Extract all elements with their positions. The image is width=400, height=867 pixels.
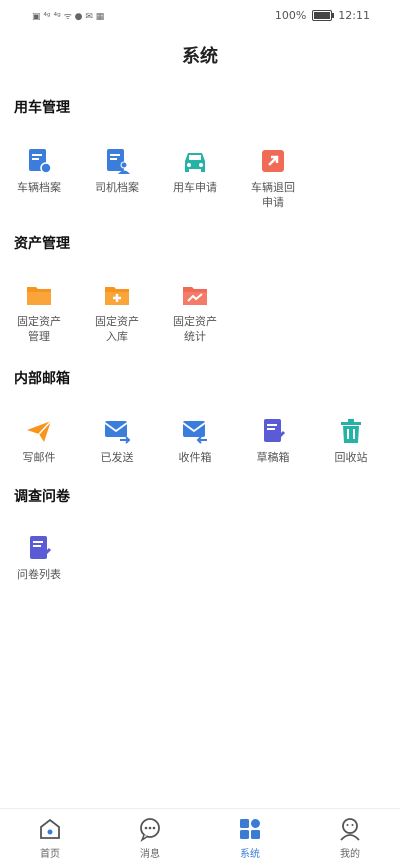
sent-mail-item[interactable]: 已发送 [78, 416, 156, 465]
write-mail-item[interactable]: 写邮件 [0, 416, 78, 465]
tab-message[interactable]: 消息 [100, 809, 200, 867]
section-title-mail: 内部邮箱 [14, 371, 70, 387]
status-bar: ▣ ⁴ᵍ ⁴ᵍ ᯤ ● ✉ ▦ 100% 12:11 [0, 0, 400, 30]
status-icons-left: ▣ ⁴ᵍ ⁴ᵍ ᯤ ● ✉ ▦ [0, 9, 104, 22]
tab-home-label: 首页 [40, 849, 60, 860]
asset-inbound-label-2: 入库 [106, 330, 128, 343]
section-title-assets: 资产管理 [14, 236, 70, 252]
asset-manage-label-2: 管理 [28, 330, 50, 343]
bottom-tab-bar: 首页 消息 系统 我的 [0, 808, 400, 867]
mail-grid: 写邮件 已发送 收件箱 草稿箱 回收站 [0, 416, 400, 465]
driver-file-item[interactable]: 司机档案 [78, 146, 156, 210]
draft-item[interactable]: 草稿箱 [234, 416, 312, 465]
inbox-label: 收件箱 [178, 451, 212, 464]
page-title: 系统 [182, 46, 218, 67]
section-title-vehicle: 用车管理 [14, 100, 70, 116]
tab-message-label: 消息 [140, 849, 160, 860]
asset-stats-label-1: 固定资产 [173, 315, 217, 328]
paper-plane-icon [27, 420, 52, 442]
sent-mail-label: 已发送 [100, 451, 134, 464]
section-title-survey: 调查问卷 [14, 489, 70, 505]
trash-label: 回收站 [334, 451, 368, 464]
vehicle-return-label-1: 车辆退回 [251, 181, 295, 194]
survey-list-icon [30, 536, 52, 559]
driver-file-icon [107, 149, 130, 174]
car-apply-label: 用车申请 [173, 181, 217, 194]
mail-inbox-icon [182, 421, 207, 444]
vehicle-file-icon [29, 149, 52, 174]
driver-file-label: 司机档案 [95, 181, 139, 194]
notification-icons: ▣ ⁴ᵍ ⁴ᵍ ᯤ ● ✉ ▦ [32, 11, 105, 22]
trash-icon [341, 419, 361, 443]
asset-inbound-label-1: 固定资产 [95, 315, 139, 328]
tab-system[interactable]: 系统 [200, 809, 300, 867]
vehicle-return-icon [262, 150, 284, 172]
tab-profile-label: 我的 [340, 849, 360, 860]
assets-grid: 固定资产 管理 固定资产 入库 固定资产 统计 [0, 280, 400, 344]
asset-manage-item[interactable]: 固定资产 管理 [0, 280, 78, 344]
draft-label: 草稿箱 [256, 451, 290, 464]
car-icon [185, 153, 205, 172]
battery-icon [312, 9, 335, 21]
tab-home[interactable]: 首页 [0, 809, 100, 867]
car-apply-item[interactable]: 用车申请 [156, 146, 234, 210]
draft-icon [264, 419, 286, 442]
vehicle-grid: 车辆档案 司机档案 用车申请 车辆退回 申请 [0, 146, 400, 210]
mail-sent-icon [104, 421, 131, 444]
profile-icon [340, 818, 360, 841]
message-icon [140, 818, 160, 842]
write-mail-label: 写邮件 [22, 451, 56, 464]
folder-chart-icon [183, 287, 207, 305]
status-icons-right: 100% 12:11 [275, 9, 400, 22]
vehicle-return-item[interactable]: 车辆退回 申请 [234, 146, 312, 210]
inbox-item[interactable]: 收件箱 [156, 416, 234, 465]
grid-icon [240, 819, 260, 839]
folder-add-icon [105, 287, 129, 305]
vehicle-file-label: 车辆档案 [17, 181, 61, 194]
vehicle-file-item[interactable]: 车辆档案 [0, 146, 78, 210]
asset-stats-label-2: 统计 [184, 330, 206, 343]
home-icon [40, 818, 60, 839]
tab-profile[interactable]: 我的 [300, 809, 400, 867]
survey-grid: 问卷列表 [0, 533, 400, 582]
survey-list-label: 问卷列表 [17, 568, 61, 581]
asset-inbound-item[interactable]: 固定资产 入库 [78, 280, 156, 344]
battery-percent: 100% [274, 8, 307, 22]
asset-manage-label-1: 固定资产 [17, 315, 61, 328]
vehicle-return-label-2: 申请 [262, 196, 284, 209]
folder-icon [27, 287, 51, 305]
tab-system-label: 系统 [240, 849, 260, 860]
trash-item[interactable]: 回收站 [312, 416, 390, 465]
survey-list-item[interactable]: 问卷列表 [0, 533, 78, 582]
asset-stats-item[interactable]: 固定资产 统计 [156, 280, 234, 344]
clock: 12:11 [338, 8, 370, 22]
